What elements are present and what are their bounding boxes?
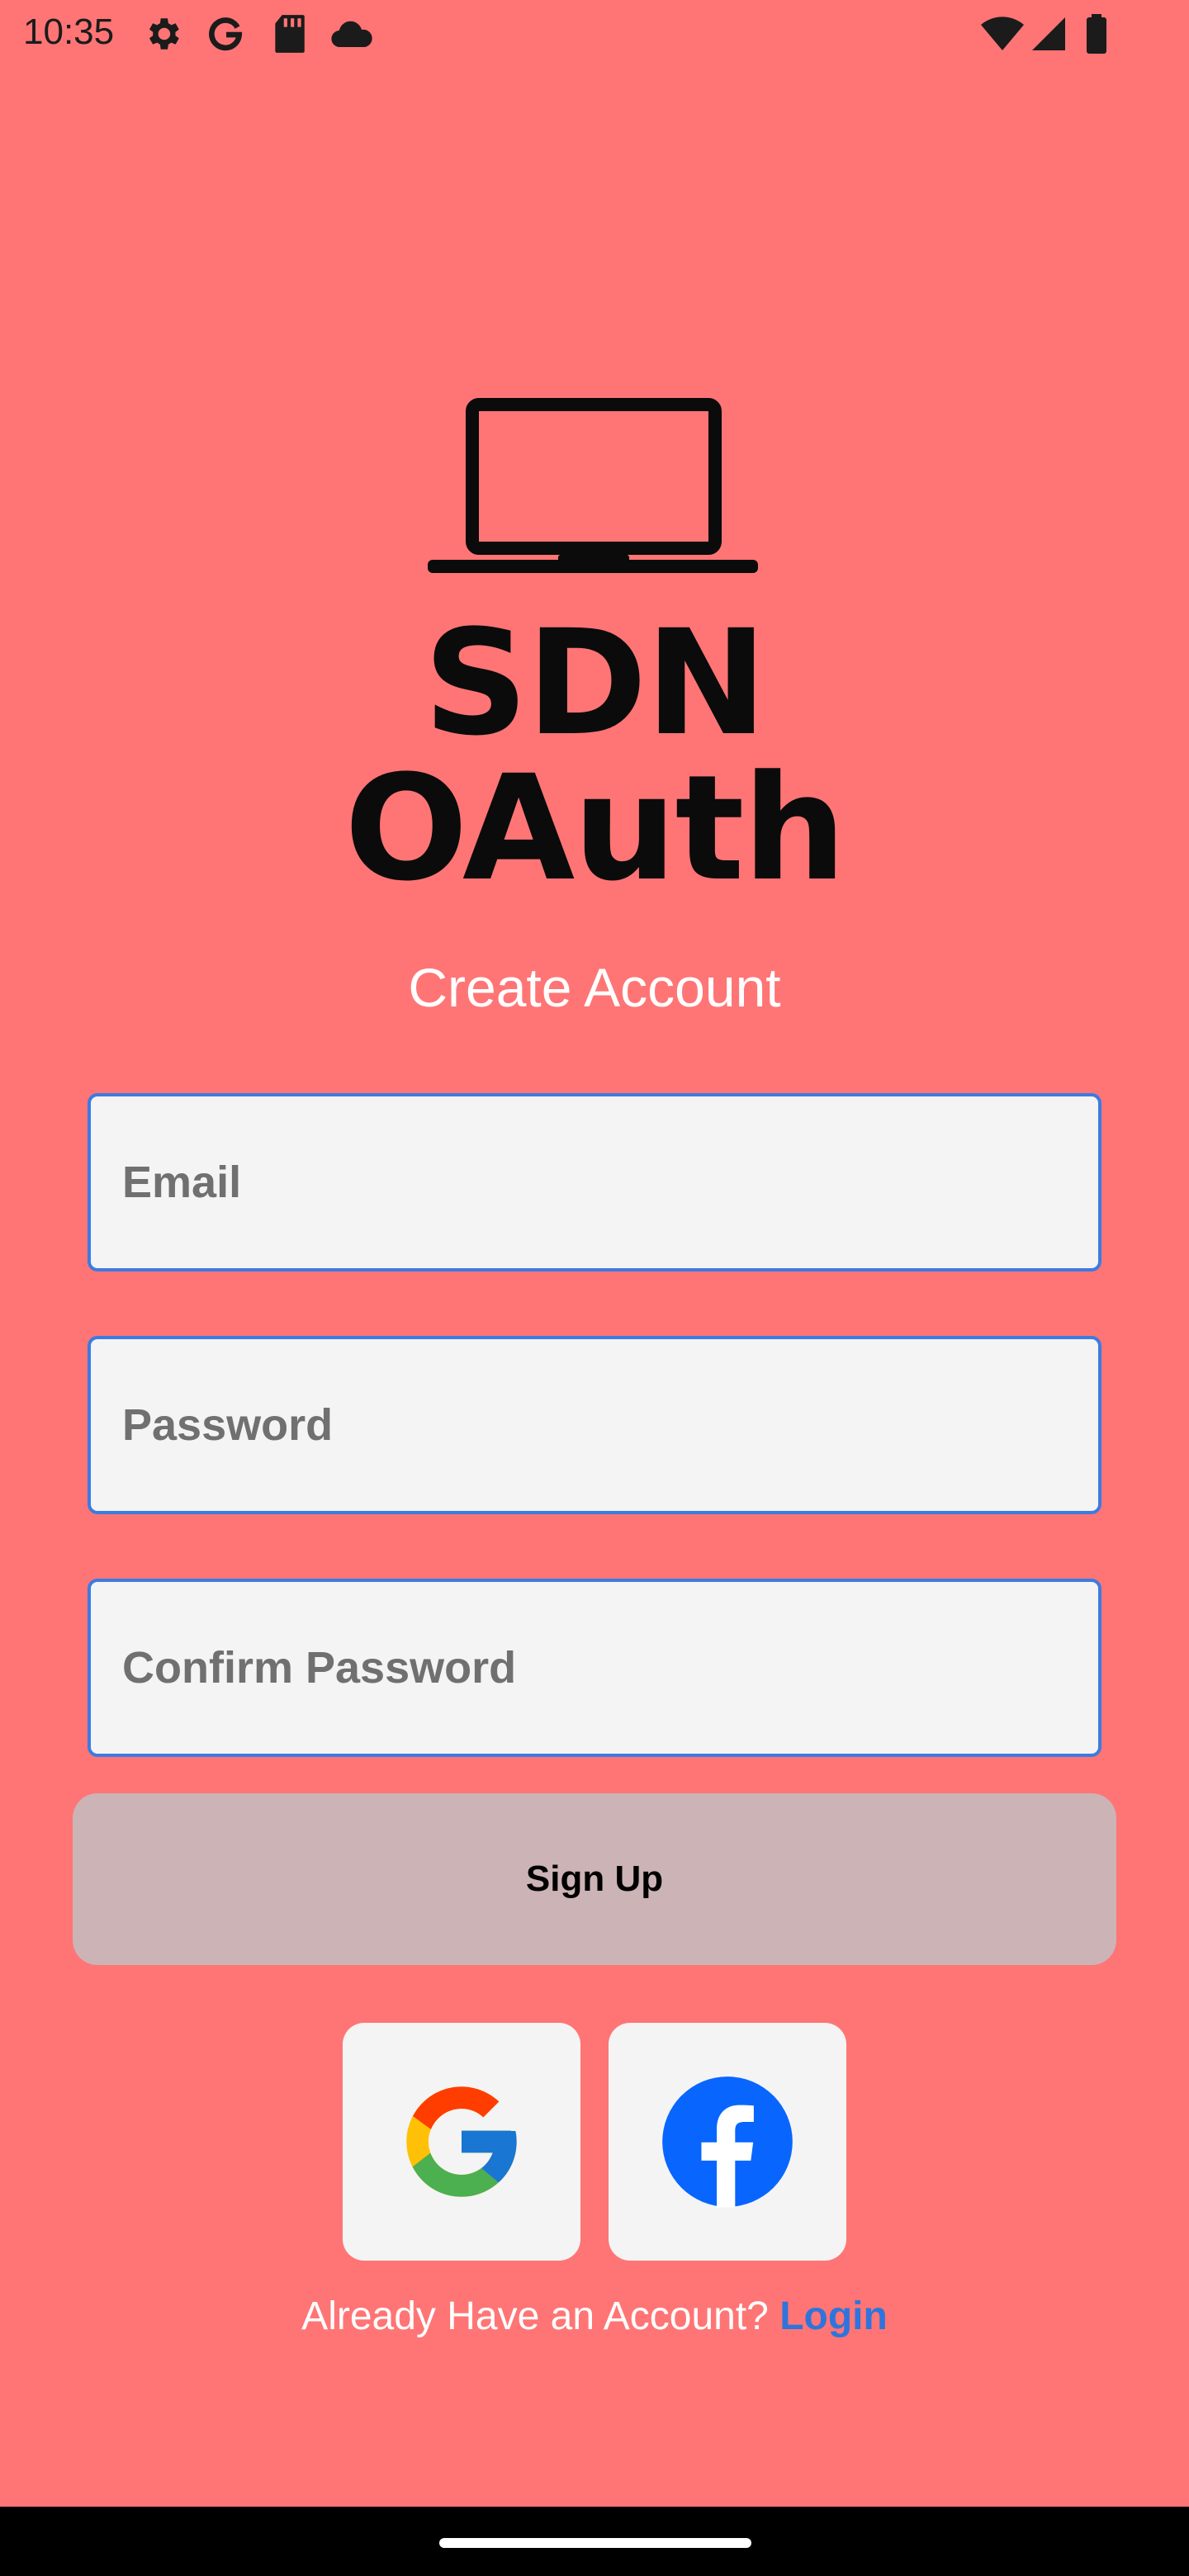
page-title: Create Account [408,957,781,1018]
logo-text: SDN OAuth [344,599,846,913]
facebook-signin-button[interactable] [609,2023,846,2261]
battery-icon [1087,14,1106,54]
google-icon [209,17,243,51]
login-link[interactable]: Login [779,2294,888,2338]
signup-button[interactable]: Sign Up [73,1793,1116,1965]
home-indicator[interactable] [439,2538,751,2548]
password-field[interactable] [88,1336,1101,1514]
email-input[interactable] [91,1096,1098,1268]
login-prompt-text: Already Have an Account? [301,2294,769,2338]
email-field[interactable] [88,1093,1101,1271]
status-bar: 10:35 [0,0,1189,71]
confirm-password-field[interactable] [88,1579,1101,1757]
app-logo: SDN OAuth [165,388,1024,902]
signup-button-label: Sign Up [525,1859,664,1899]
signal-icon [1032,17,1065,50]
settings-icon [149,18,179,50]
confirm-password-input[interactable] [91,1582,1098,1754]
laptop-icon [428,398,758,573]
wifi-icon [981,17,1024,50]
navigation-bar [0,2507,1189,2576]
status-time: 10:35 [23,12,115,52]
cloud-icon [331,21,372,48]
google-signin-button[interactable] [343,2023,580,2261]
password-input[interactable] [91,1339,1098,1511]
sd-card-icon [275,15,305,53]
login-prompt: Already Have an Account? Login [0,2294,1189,2339]
google-icon [406,2086,517,2197]
facebook-icon [662,2076,793,2208]
